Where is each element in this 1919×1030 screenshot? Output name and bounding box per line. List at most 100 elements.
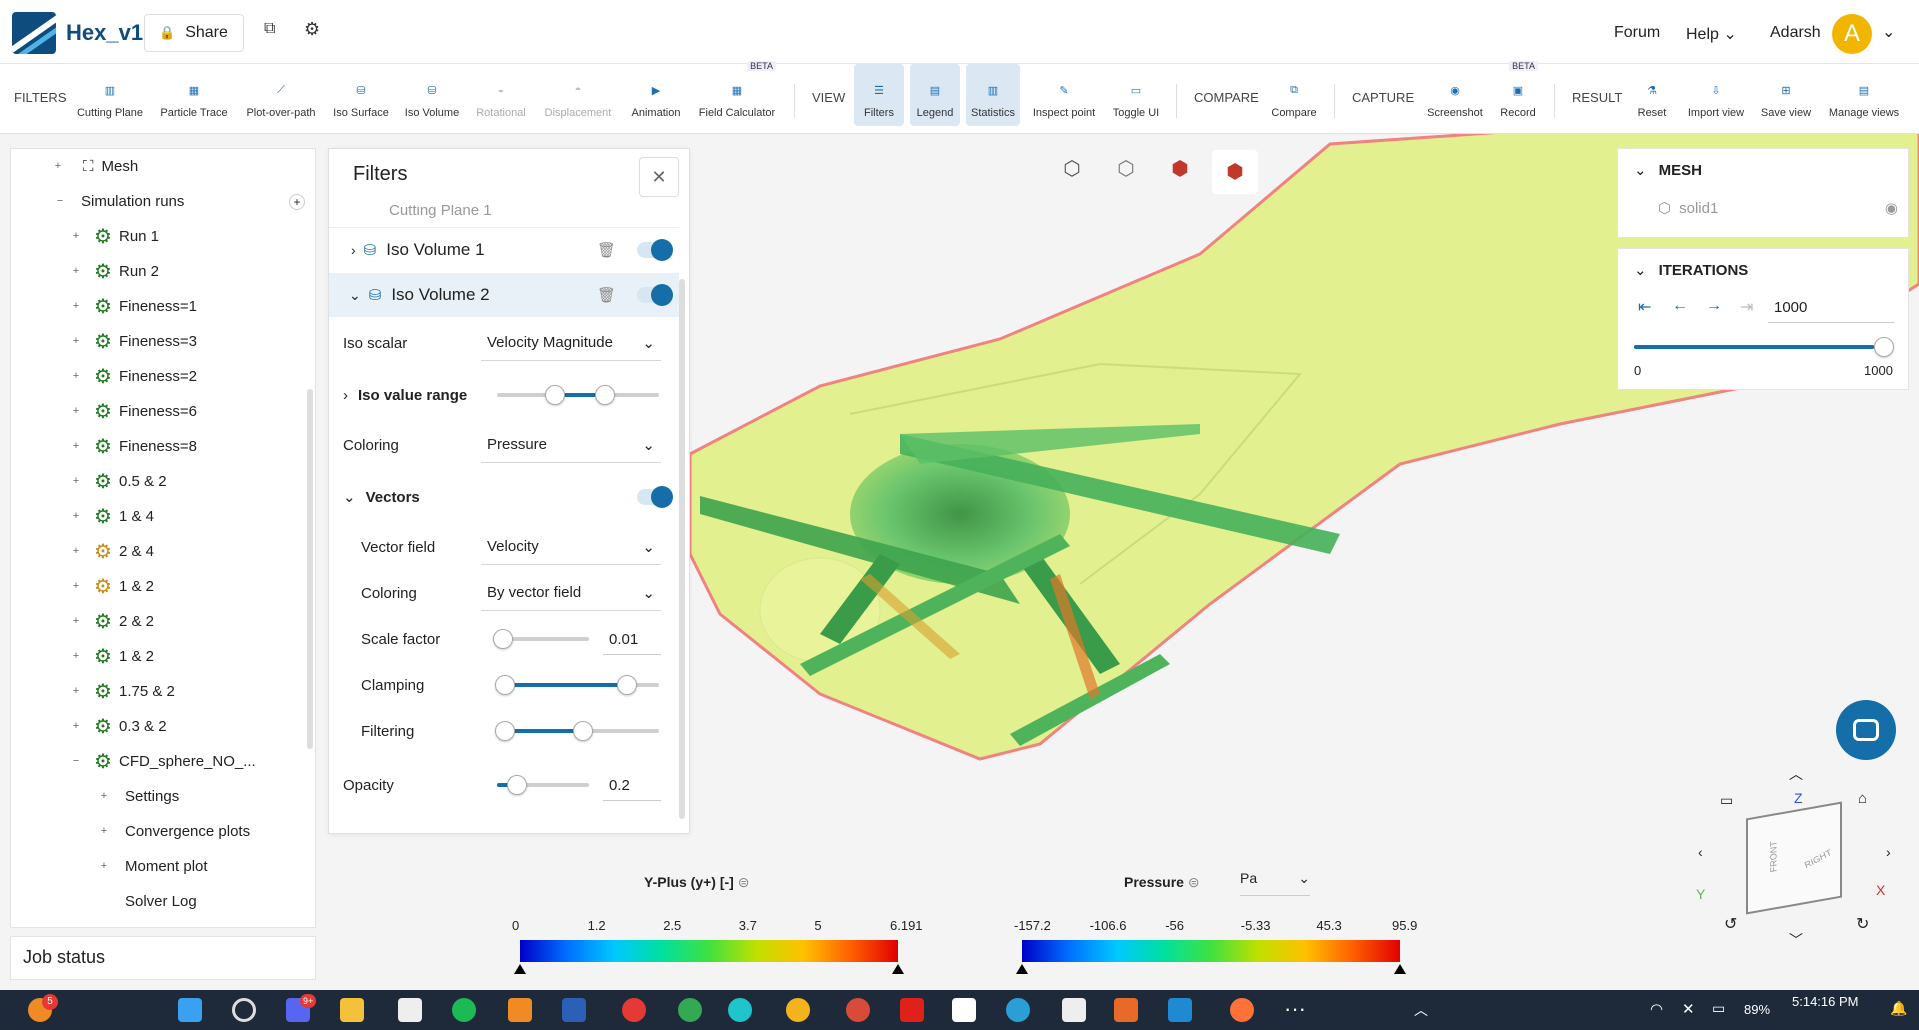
trash-icon[interactable]: 🗑 — [597, 286, 616, 304]
view-solid-edges-button[interactable]: ⬢ — [1212, 150, 1258, 194]
expand-icon[interactable]: + — [99, 791, 109, 802]
visibility-toggle[interactable] — [637, 284, 673, 306]
yplus-min-marker[interactable] — [514, 964, 526, 974]
copy-icon[interactable]: ⧉ — [264, 20, 275, 38]
iteration-input[interactable]: 1000 — [1768, 293, 1894, 323]
opacity-slider[interactable] — [497, 775, 589, 795]
bell-icon[interactable]: 🔔 — [1890, 1000, 1907, 1017]
home-icon[interactable]: ⌂ — [1858, 790, 1867, 807]
project-title[interactable]: Hex_v1 — [66, 20, 143, 46]
next-iteration-button[interactable]: → — [1706, 297, 1722, 315]
pressure-legend[interactable]: Pressure ⊜ Pa ⌄ -157.2 -106.6 -56 -5.33 45.3 9… — [1014, 870, 1442, 980]
spotify-icon[interactable] — [452, 998, 476, 1022]
tree-item-child[interactable]: + Convergence plots — [99, 814, 250, 849]
expand-icon[interactable]: + — [71, 441, 81, 452]
iso-surface-button[interactable]: ⛁ Iso Surface — [330, 64, 392, 126]
expand-icon[interactable]: + — [71, 511, 81, 522]
displacement-button[interactable]: ◓ Displacement — [540, 64, 616, 126]
tree-item-child[interactable]: + Moment plot — [99, 849, 208, 884]
camera-icon[interactable]: ▭ — [1720, 792, 1733, 809]
tree-item-child[interactable]: + Settings — [99, 779, 179, 814]
forum-link[interactable]: Forum — [1614, 24, 1660, 42]
tree-item-run[interactable]: + ⚙ 0.5 & 2 — [73, 464, 167, 499]
iterations-panel-header[interactable]: ⌄ ITERATIONS — [1634, 261, 1748, 280]
chevron-right-icon[interactable]: › — [351, 242, 356, 258]
matlab-icon[interactable] — [1114, 998, 1138, 1022]
app-logo[interactable] — [12, 12, 56, 54]
rotate-ccw-icon[interactable]: ↺ — [1724, 914, 1737, 934]
first-iteration-button[interactable]: ⇤ — [1638, 297, 1651, 317]
help-menu[interactable]: Help ⌄ — [1686, 24, 1737, 44]
expand-icon[interactable]: + — [71, 581, 81, 592]
slider-handle-max[interactable] — [617, 675, 637, 695]
legend-menu-icon[interactable]: ⊜ — [1188, 874, 1200, 890]
job-status-panel[interactable]: Job status — [10, 936, 316, 980]
filters-scrollbar[interactable] — [679, 279, 685, 819]
iso-scalar-select[interactable]: Velocity Magnitude ⌄ — [481, 325, 661, 361]
filter-iso-volume-1[interactable]: › ⛁ Iso Volume 1 🗑 — [329, 227, 679, 271]
add-run-icon[interactable]: + — [289, 193, 305, 210]
expand-icon[interactable]: + — [71, 616, 81, 627]
prev-iteration-button[interactable]: ← — [1672, 297, 1688, 315]
tree-item-run[interactable]: + ⚙ Fineness=1 — [73, 289, 197, 324]
vectors-toggle[interactable] — [637, 486, 673, 508]
canva-icon[interactable] — [728, 998, 752, 1022]
expand-icon[interactable]: + — [71, 301, 81, 312]
rotate-up-icon[interactable]: ︿ — [1789, 764, 1803, 784]
gear-icon[interactable]: ⚙ — [304, 19, 320, 40]
collapse-icon[interactable]: − — [55, 196, 65, 207]
tree-item-run[interactable]: + ⚙ 1 & 4 — [73, 499, 154, 534]
compare-button[interactable]: ⧉ Compare — [1266, 64, 1322, 126]
view-iso-alt-button[interactable]: ⬡ — [1110, 156, 1142, 188]
app-icon[interactable] — [846, 998, 870, 1022]
more-apps-icon[interactable]: ··· — [1284, 996, 1306, 1022]
field-calculator-button[interactable]: ▦ Field Calculator BETA — [694, 61, 780, 126]
slider-handle-min[interactable] — [545, 385, 565, 405]
chevron-right-icon[interactable]: › — [343, 387, 348, 404]
view-iso-button[interactable]: ⬡ — [1056, 156, 1088, 188]
slider-handle-max[interactable] — [573, 721, 593, 741]
vscode-icon[interactable] — [1168, 998, 1192, 1022]
save-view-button[interactable]: ⊞ Save view — [1758, 64, 1814, 126]
expand-icon[interactable]: + — [71, 546, 81, 557]
firefox-icon[interactable] — [1230, 998, 1254, 1022]
share-button[interactable]: 🔒 Share — [144, 14, 244, 52]
windows-start-icon[interactable] — [178, 998, 202, 1022]
word-icon[interactable] — [562, 998, 586, 1022]
orientation-widget[interactable]: ︿ ▭ ⌂ ‹ › FRONT RIGHT Z Y X ↺ ↻ ﹀ — [1690, 764, 1900, 948]
tree-item-run[interactable]: + ⚙ Fineness=6 — [73, 394, 197, 429]
battery-icon[interactable]: ▭ — [1712, 1000, 1725, 1017]
clamping-slider[interactable] — [495, 675, 659, 695]
plot-over-path-button[interactable]: ⟋ Plot-over-path — [242, 64, 320, 126]
tree-item-run[interactable]: + ⚙ 1 & 2 — [73, 569, 154, 604]
pressure-unit-select[interactable]: Pa ⌄ — [1240, 870, 1310, 896]
chevron-down-icon[interactable]: ⌄ — [343, 488, 356, 506]
close-button[interactable]: ✕ — [639, 157, 679, 197]
tree-item-run[interactable]: + ⚙ 0.3 & 2 — [73, 709, 167, 744]
document-icon[interactable] — [398, 998, 422, 1022]
tree-item-run[interactable]: + ⚙ Run 1 — [73, 219, 159, 254]
scale-factor-input[interactable]: 0.01 — [603, 627, 661, 655]
expand-icon[interactable]: − — [71, 756, 81, 767]
slider-handle-min[interactable] — [495, 721, 515, 741]
vlc-icon[interactable] — [508, 998, 532, 1022]
tree-item-run[interactable]: + ⚙ Fineness=8 — [73, 429, 197, 464]
chrome-profile-icon[interactable] — [678, 998, 702, 1022]
expand-icon[interactable]: + — [71, 266, 81, 277]
tree-item-run[interactable]: + ⚙ 2 & 4 — [73, 534, 154, 569]
file-explorer-icon[interactable] — [340, 998, 364, 1022]
slider-handle-min[interactable] — [495, 675, 515, 695]
tree-item-run[interactable]: + ⚙ Fineness=3 — [73, 324, 197, 359]
tree-item-run[interactable]: + ⚙ Run 2 — [73, 254, 159, 289]
vector-field-select[interactable]: Velocity ⌄ — [481, 529, 661, 565]
slider-handle[interactable] — [493, 629, 513, 649]
import-view-button[interactable]: ⇩ Import view — [1684, 64, 1748, 126]
rotate-left-icon[interactable]: ‹ — [1698, 844, 1703, 860]
tree-item-child[interactable]: Solver Log — [99, 884, 197, 919]
animation-button[interactable]: ▶ Animation — [626, 64, 686, 126]
tree-scrollbar[interactable] — [307, 389, 313, 749]
expand-icon[interactable]: + — [71, 231, 81, 242]
expand-icon[interactable]: + — [71, 476, 81, 487]
cutting-plane-button[interactable]: ▥ Cutting Plane — [74, 64, 146, 126]
iso-range-slider[interactable] — [497, 385, 659, 405]
